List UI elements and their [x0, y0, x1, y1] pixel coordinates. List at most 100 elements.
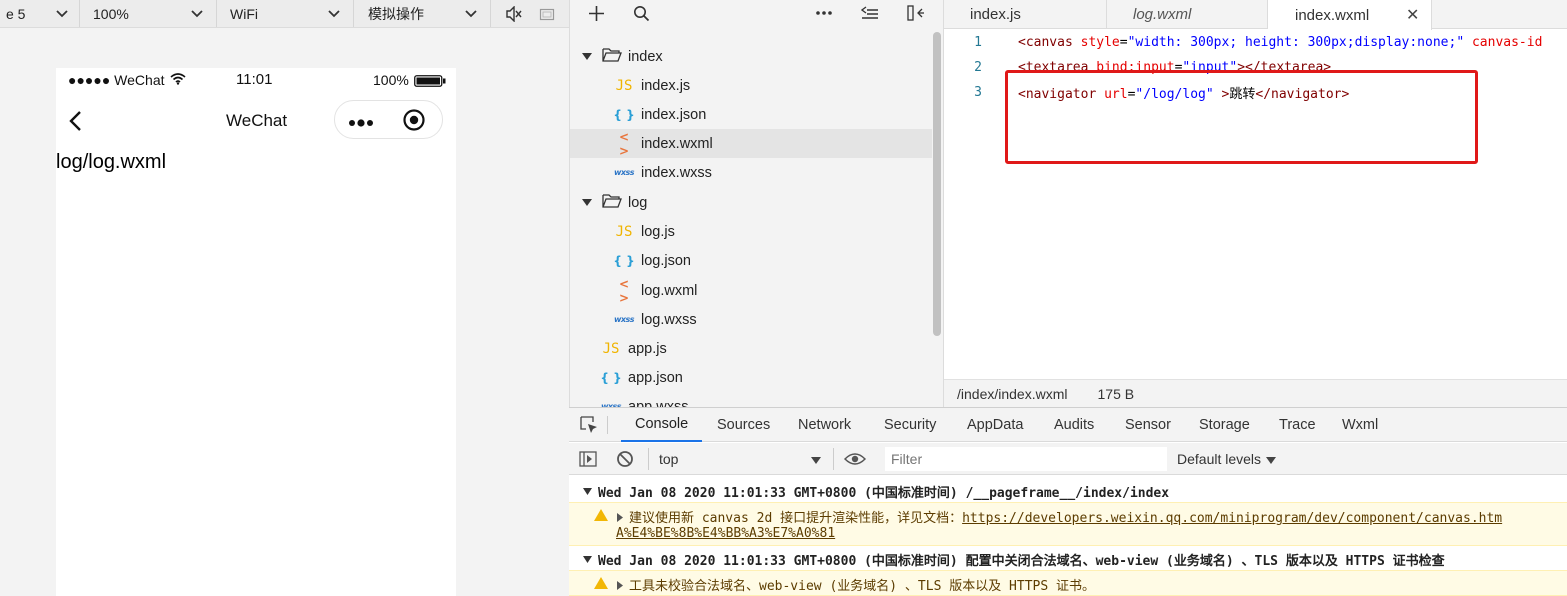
log-levels-select[interactable]: Default levels	[1177, 447, 1277, 471]
file-label: index.json	[641, 106, 707, 123]
warning-message[interactable]: 建议使用新 canvas 2d 接口提升渲染性能，详见文档：https://de…	[569, 502, 1567, 546]
file-item[interactable]: JS index.js	[570, 71, 932, 100]
code-line-3[interactable]: 3 <navigator url="/log/log" >跳转</navigat…	[944, 80, 1349, 105]
log-levels-value: Default levels	[1177, 451, 1262, 467]
file-item[interactable]: { } log.json	[570, 246, 932, 275]
more-options-icon[interactable]	[815, 6, 833, 23]
search-icon[interactable]	[633, 5, 650, 25]
line-number: 2	[974, 60, 982, 75]
json-file-icon: { }	[613, 107, 635, 122]
file-item[interactable]: < > log.wxml	[570, 276, 932, 305]
code-editor: index.js log.wxml index.wxml ✕ 1 <canvas…	[944, 0, 1567, 407]
tab-trace[interactable]: Trace	[1279, 408, 1316, 442]
tab-audits[interactable]: Audits	[1054, 408, 1094, 442]
file-item[interactable]: wxss index.wxss	[570, 158, 932, 187]
line-number: 3	[974, 85, 982, 100]
tab-log-wxml[interactable]: log.wxml	[1107, 0, 1268, 29]
back-arrow-icon[interactable]	[68, 110, 82, 135]
folder-index[interactable]: index	[570, 42, 932, 71]
doc-link-continuation[interactable]: A%E4%BE%8B%E4%BB%A3%E7%A0%81	[616, 526, 835, 541]
tab-label: Security	[884, 417, 937, 433]
inspect-element-icon[interactable]	[580, 416, 598, 437]
caret-down-icon	[811, 451, 821, 467]
tab-label: index.wxml	[1295, 6, 1370, 24]
log-group-1: Wed Jan 08 2020 11:01:33 GMT+0800 (中国标准时…	[569, 480, 1567, 546]
file-size: 175 B	[1097, 385, 1135, 402]
clear-console-icon[interactable]	[616, 450, 634, 471]
add-file-icon[interactable]	[588, 5, 605, 25]
file-item[interactable]: JS app.js	[570, 334, 932, 363]
file-item[interactable]: wxss log.wxss	[570, 305, 932, 334]
battery-label: 100%	[373, 72, 409, 88]
context-value: top	[659, 451, 679, 467]
chevron-down-icon	[327, 7, 341, 21]
tab-label: Audits	[1054, 417, 1095, 433]
divider	[648, 448, 649, 470]
code-text: <canvas style="width: 300px; height: 300…	[1018, 35, 1543, 50]
file-item[interactable]: { } app.json	[570, 363, 932, 392]
tab-label: log.wxml	[1133, 6, 1192, 23]
file-item[interactable]: { } index.json	[570, 100, 932, 129]
log-group-header[interactable]: Wed Jan 08 2020 11:01:33 GMT+0800 (中国标准时…	[569, 548, 1567, 570]
capsule-menu	[334, 100, 443, 139]
file-label: index.js	[641, 77, 691, 94]
tab-appdata[interactable]: AppData	[967, 408, 1023, 442]
warning-message[interactable]: 工具未校验合法域名、web-view (业务域名) 、TLS 版本以及 HTTP…	[569, 570, 1567, 596]
console-filter-input[interactable]	[885, 447, 1167, 471]
folder-label: log	[628, 194, 648, 211]
eye-icon[interactable]	[843, 452, 867, 469]
close-miniprogram-icon[interactable]	[403, 109, 425, 134]
doc-link[interactable]: https://developers.weixin.qq.com/minipro…	[962, 511, 1502, 526]
tab-label: Wxml	[1342, 417, 1379, 433]
caret-right-icon	[617, 579, 623, 594]
collapse-all-icon[interactable]	[860, 6, 879, 23]
simulator-toolbar: e 5 100% WiFi 模拟操作	[0, 0, 569, 28]
js-file-icon: JS	[602, 340, 620, 357]
network-select[interactable]: WiFi	[218, 0, 354, 27]
zoom-select-value: 100%	[93, 5, 129, 22]
log-group-2: Wed Jan 08 2020 11:01:33 GMT+0800 (中国标准时…	[569, 548, 1567, 596]
tab-sensor[interactable]: Sensor	[1125, 408, 1171, 442]
devtools-tabs: Console Sources Network Security AppData…	[569, 408, 1567, 442]
code-line-1[interactable]: 1 <canvas style="width: 300px; height: 3…	[944, 30, 1542, 55]
file-item[interactable]: wxss app.wxss	[570, 392, 932, 408]
tab-console[interactable]: Console	[621, 408, 703, 442]
tab-index-wxml[interactable]: index.wxml ✕	[1268, 0, 1432, 30]
file-item[interactable]: JS log.js	[570, 217, 932, 246]
show-sidebar-icon[interactable]	[579, 451, 597, 470]
window-icon[interactable]	[537, 4, 557, 24]
tab-wxml[interactable]: Wxml	[1342, 408, 1378, 442]
chevron-down-icon	[55, 7, 69, 21]
file-item-selected[interactable]: < > index.wxml	[570, 129, 932, 158]
context-select[interactable]: top	[653, 447, 829, 471]
more-dots-icon[interactable]	[348, 115, 376, 131]
folder-log[interactable]: log	[570, 188, 932, 217]
device-select[interactable]: e 5	[0, 0, 80, 27]
file-label: log.json	[641, 252, 691, 269]
file-label: app.js	[628, 340, 667, 357]
warning-icon	[594, 577, 608, 589]
toggle-sidebar-icon[interactable]	[907, 5, 925, 24]
file-tree-scrollbar[interactable]	[933, 32, 941, 336]
simulate-ops-select[interactable]: 模拟操作	[355, 0, 491, 27]
tab-index-js[interactable]: index.js	[944, 0, 1107, 29]
tab-storage[interactable]: Storage	[1199, 408, 1250, 442]
file-label: index.wxss	[641, 164, 712, 181]
clock-label: 11:01	[236, 71, 273, 88]
mute-icon[interactable]	[504, 4, 524, 24]
caret-down-icon	[583, 552, 592, 567]
tab-security[interactable]: Security	[884, 408, 936, 442]
zoom-select[interactable]: 100%	[81, 0, 217, 27]
chevron-down-icon	[464, 7, 478, 21]
tab-sources[interactable]: Sources	[717, 408, 770, 442]
log-group-header[interactable]: Wed Jan 08 2020 11:01:33 GMT+0800 (中国标准时…	[569, 480, 1567, 502]
simulator-panel: e 5 100% WiFi 模拟操作 ●●●●● WeChat 11:01 10…	[0, 0, 569, 596]
tab-label: Network	[798, 417, 852, 433]
code-line-2[interactable]: 2 <textarea bind:input="input"></textare…	[944, 55, 1331, 80]
tab-network[interactable]: Network	[798, 408, 851, 442]
simulate-ops-value: 模拟操作	[368, 5, 424, 22]
file-label: log.js	[641, 223, 675, 240]
close-tab-icon[interactable]: ✕	[1406, 5, 1419, 25]
folder-open-icon	[602, 193, 622, 212]
wifi-icon	[170, 72, 186, 88]
